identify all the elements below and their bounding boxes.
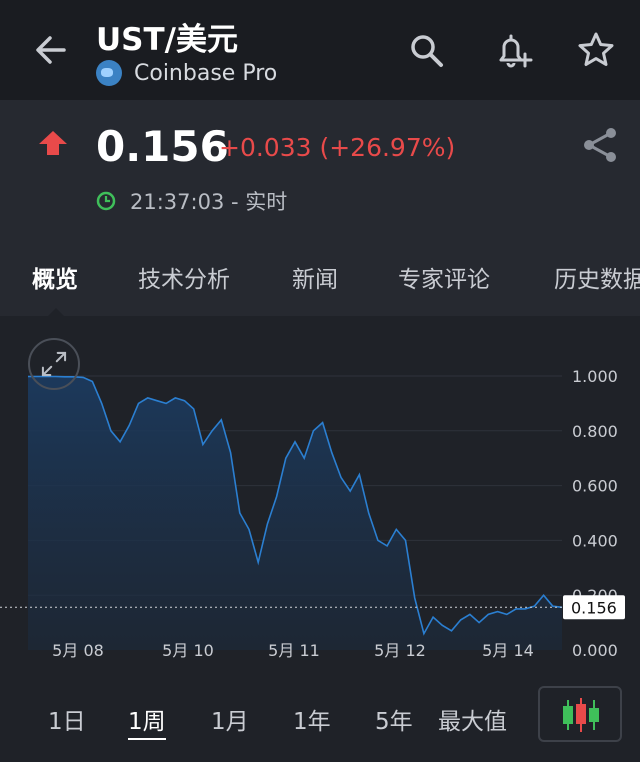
tab-history[interactable]: 历史数据 [554, 260, 640, 294]
time-row: 21:37:03 - 实时 [96, 186, 287, 216]
price-change: +0.033 (+26.97%) [219, 133, 456, 162]
y-tick-label: 1.000 [572, 367, 618, 386]
tab-news[interactable]: 新闻 [292, 260, 338, 294]
arrow-up-icon [39, 131, 67, 155]
exchange-row: Coinbase Pro [96, 60, 277, 86]
x-tick-label: 5月 11 [268, 641, 320, 660]
range-1d[interactable]: 1日 [48, 702, 86, 736]
expand-icon[interactable] [28, 338, 80, 390]
tab-expert[interactable]: 专家评论 [398, 260, 490, 294]
x-tick-label: 5月 10 [162, 641, 214, 660]
price-area [28, 376, 562, 650]
exchange-name: Coinbase Pro [134, 60, 278, 86]
x-tick-label: 5月 12 [374, 641, 426, 660]
share-icon[interactable] [580, 125, 620, 165]
x-tick-label: 5月 08 [52, 641, 104, 660]
bell-add-icon[interactable] [493, 30, 533, 70]
svg-text:0.156: 0.156 [571, 598, 617, 617]
y-tick-label: 0.400 [572, 531, 618, 550]
clock-icon [96, 191, 116, 211]
last-price-label: 0.156 [563, 595, 625, 620]
quote-time: 21:37:03 - 实时 [130, 190, 288, 214]
last-price: 0.156 [96, 122, 229, 171]
candlestick-icon [563, 698, 599, 732]
tab-overview[interactable]: 概览 [32, 260, 78, 294]
globe-icon [96, 60, 122, 86]
y-tick-label: 0.600 [572, 477, 618, 496]
range-1y[interactable]: 1年 [293, 702, 331, 736]
tab-indicator [48, 308, 64, 316]
range-5y[interactable]: 5年 [375, 702, 413, 736]
search-icon[interactable] [406, 30, 446, 70]
section-tabs: 概览 技术分析 新闻 专家评论 历史数据 [0, 230, 640, 316]
range-selector: 1日 1周 1月 1年 5年 最大值 [0, 676, 640, 762]
price-chart[interactable]: 1.0000.8000.6000.4000.2000.000 5月 085月 1… [0, 316, 640, 676]
range-max[interactable]: 最大值 [438, 702, 507, 736]
x-tick-label: 5月 14 [482, 641, 534, 660]
range-1m[interactable]: 1月 [211, 702, 249, 736]
y-tick-label: 0.800 [572, 422, 618, 441]
app-header: UST/美元 Coinbase Pro [0, 0, 640, 100]
y-tick-label: 0.000 [572, 641, 618, 660]
star-icon[interactable] [576, 30, 616, 70]
back-arrow-icon[interactable] [30, 28, 74, 72]
tab-technical[interactable]: 技术分析 [138, 260, 230, 294]
range-1w[interactable]: 1周 [128, 702, 166, 740]
chart-svg: 1.0000.8000.6000.4000.2000.000 5月 085月 1… [0, 367, 625, 660]
candlestick-toggle-button[interactable] [538, 686, 622, 742]
page-title: UST/美元 [96, 22, 238, 58]
